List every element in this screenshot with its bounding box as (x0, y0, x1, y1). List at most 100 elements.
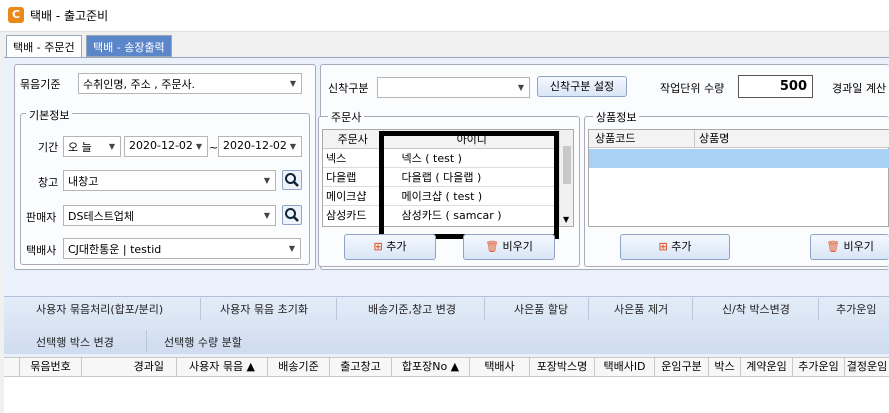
bundle-value: 수취인명, 주소 , 주문사. (83, 78, 196, 91)
inout-select[interactable]: ▼ (377, 77, 530, 98)
grid-col-header[interactable]: 경과일 (82, 357, 177, 377)
grid-col-header[interactable]: 결정운임 (845, 357, 889, 377)
orderer-title: 주문사 (328, 109, 365, 125)
date-from-value: 2020-12-02 (129, 139, 193, 152)
add-icon: ⊞ (658, 240, 668, 253)
tab-orders[interactable]: 택배 - 주문건 (6, 35, 82, 57)
warehouse-search-button[interactable] (282, 170, 302, 190)
gift-assign-button[interactable]: 사은품 할당 (514, 301, 568, 317)
app-logo-icon: C (8, 7, 24, 23)
grid-col-header[interactable]: 운임구분 (655, 357, 709, 377)
toolbar-divider (588, 298, 589, 320)
trash-icon: 🗑 (826, 240, 841, 253)
shipping-warehouse-change-button[interactable]: 배송기준,창고 변경 (368, 301, 456, 317)
toolbar-divider (692, 298, 693, 320)
work-unit-input[interactable]: 500 (738, 75, 813, 98)
chevron-down-icon: ▼ (108, 142, 115, 151)
date-separator: ~ (209, 141, 219, 154)
work-unit-label: 작업단위 수량 (660, 82, 725, 95)
search-icon (285, 173, 299, 187)
toolbar-divider (200, 298, 201, 320)
chevron-down-icon[interactable]: ▼ (563, 215, 569, 224)
toolbar-divider (146, 330, 147, 352)
warehouse-value: 내창고 (68, 175, 99, 188)
grid-col-header[interactable]: 박스 (709, 357, 741, 377)
bundle-select[interactable]: 수취인명, 주소 , 주문사. ▼ (78, 73, 302, 94)
seller-label: 판매자 (26, 211, 57, 224)
period-value: 오 늘 (68, 141, 92, 154)
grid-col-header[interactable]: 포장박스명 (530, 357, 595, 377)
result-grid-body[interactable] (4, 377, 889, 413)
product-title: 상품정보 (593, 109, 640, 125)
basic-info-title: 기본정보 (26, 107, 73, 123)
orderer-name: 넥스 (323, 148, 384, 168)
grid-col-header[interactable]: 합포장No ▲ (392, 357, 470, 377)
orderer-name: 메이크샵 (323, 186, 384, 206)
grid-col-header[interactable]: 계약운임 (741, 357, 793, 377)
product-add-button[interactable]: ⊞ 추가 (620, 234, 730, 260)
seller-search-button[interactable] (282, 205, 302, 225)
scrollbar-thumb[interactable] (563, 146, 571, 184)
chevron-down-icon: ▼ (263, 176, 270, 185)
chevron-down-icon: ▼ (195, 142, 202, 151)
row-indicator-col (4, 357, 20, 377)
chevron-down-icon: ▼ (517, 83, 524, 92)
warehouse-label: 창고 (38, 176, 59, 189)
product-col-code: 상품코드 (589, 130, 695, 148)
grid-col-header[interactable]: 사용자 묶음 ▲ (177, 357, 268, 377)
orderer-add-label: 추가 (386, 240, 407, 253)
table-row[interactable] (589, 149, 889, 168)
warehouse-select[interactable]: 내창고 ▼ (63, 170, 276, 191)
courier-select[interactable]: CJ대한통운 | testid ▼ (63, 238, 301, 259)
grid-col-header[interactable]: 묶음번호 (20, 357, 82, 377)
chevron-down-icon: ▼ (289, 142, 296, 151)
period-select[interactable]: 오 늘 ▼ (63, 136, 121, 157)
highlight-frame (379, 131, 559, 239)
grid-col-header[interactable]: 택배사ID (595, 357, 655, 377)
grid-col-header[interactable]: 추가운임 (793, 357, 845, 377)
date-from-picker[interactable]: 2020-12-02 ▼ (124, 136, 208, 157)
date-to-picker[interactable]: 2020-12-02 ▼ (218, 136, 302, 157)
product-col-name: 상품명 (695, 130, 889, 148)
orderer-clear-button[interactable]: 🗑 비우기 (463, 234, 555, 260)
product-list[interactable]: 상품코드 상품명 (588, 129, 889, 227)
grid-col-header[interactable]: 출고창고 (330, 357, 392, 377)
user-bundle-reset-button[interactable]: 사용자 묶음 초기화 (220, 301, 308, 317)
tab-invoice-print[interactable]: 택배 - 송장출력 (86, 35, 172, 57)
toolbar-divider (484, 298, 485, 320)
extra-freight-button[interactable]: 추가운임 (836, 301, 876, 317)
selected-row-split-button[interactable]: 선택행 수량 분할 (164, 334, 242, 350)
orderer-col-name: 주문사 (323, 130, 384, 149)
grid-col-header[interactable]: 택배사 (470, 357, 530, 377)
title-bar: C 택배 - 출고준비 (0, 0, 889, 32)
seller-select[interactable]: DS테스트업체 ▼ (63, 205, 276, 226)
window-title: 택배 - 출고준비 (30, 9, 109, 23)
inout-label: 신착구분 (328, 82, 369, 95)
chevron-down-icon: ▼ (288, 244, 295, 253)
orderer-clear-label: 비우기 (502, 240, 533, 253)
toolbar-divider (336, 298, 337, 320)
orderer-scrollbar[interactable]: ▼ (559, 130, 573, 226)
trash-icon: 🗑 (485, 240, 500, 253)
orderer-name: 삼성카드 (323, 205, 384, 225)
chevron-down-icon: ▼ (263, 211, 270, 220)
courier-value: CJ대한통운 | testid (68, 243, 162, 256)
orderer-name: 다을랩 (323, 167, 384, 187)
search-icon (285, 208, 299, 222)
user-bundle-button[interactable]: 사용자 묶음처리(합포/분리) (36, 301, 163, 317)
box-change-button[interactable]: 신/착 박스변경 (722, 301, 790, 317)
date-to-value: 2020-12-02 (223, 139, 287, 152)
grid-col-header[interactable]: 배송기준 (268, 357, 330, 377)
orderer-add-button[interactable]: ⊞ 추가 (344, 234, 436, 260)
product-clear-button[interactable]: 🗑 비우기 (810, 234, 889, 260)
add-icon: ⊞ (373, 240, 383, 253)
product-add-label: 추가 (671, 240, 692, 253)
bundle-label: 묶음기준 (20, 78, 61, 91)
toolbar-divider (818, 298, 819, 320)
chevron-down-icon: ▼ (289, 79, 296, 88)
gift-remove-button[interactable]: 사은품 제거 (614, 301, 668, 317)
selected-row-box-change-button[interactable]: 선택행 박스 변경 (36, 334, 114, 350)
period-label: 기간 (38, 141, 59, 154)
product-clear-label: 비우기 (843, 240, 874, 253)
inout-settings-button[interactable]: 신착구분 설정 (537, 76, 627, 97)
